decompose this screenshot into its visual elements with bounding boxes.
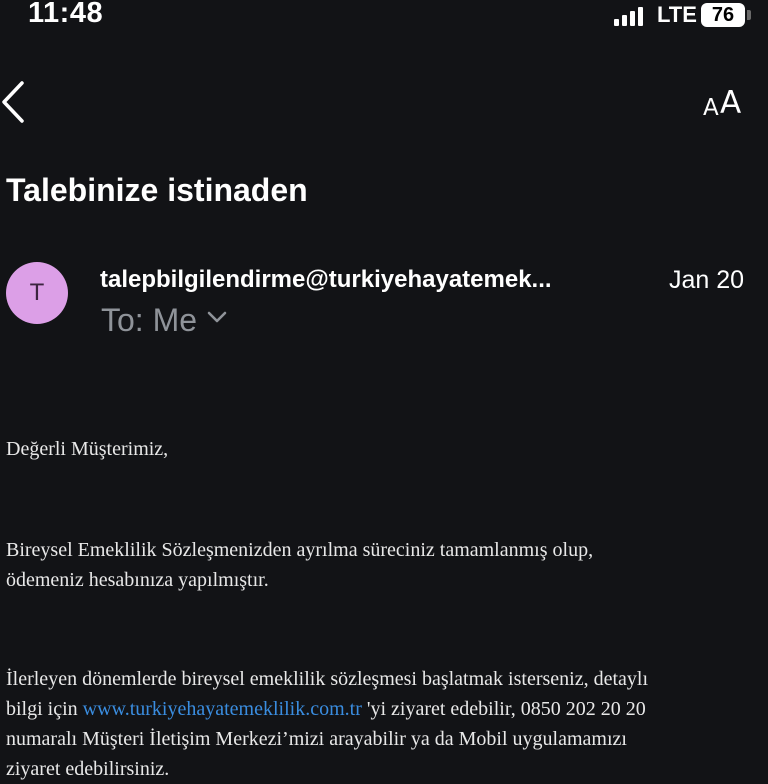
paragraph-2-text-after-link: 'yi ziyaret edebilir, 0850 202 20 20 [361, 698, 646, 720]
battery-icon: 76 [701, 3, 753, 27]
back-button[interactable] [0, 74, 40, 130]
recipient-toggle[interactable]: To: Me [101, 301, 227, 339]
email-paragraph-2: İlerleyen dönemlerde bireysel emeklilik … [6, 664, 756, 784]
network-label: LTE [657, 2, 697, 27]
chevron-left-icon [2, 81, 24, 123]
paragraph-2-line-2: bilgi için www.turkiyehayatemeklilik.com… [6, 694, 756, 724]
email-subject: Talebinize istinaden [6, 172, 308, 208]
signal-icon [614, 7, 643, 26]
sender-avatar[interactable]: T [6, 262, 68, 324]
email-date: Jan 20 [668, 266, 744, 294]
sender-address[interactable]: talepbilgilendirme@turkiyehayatemek... [100, 266, 616, 294]
paragraph-2-line-4: ziyaret edebilirsiniz. [6, 758, 170, 780]
status-time: 11:48 [28, 0, 104, 29]
text-size-button[interactable]: A A [700, 85, 750, 121]
paragraph-2-line-3: numaralı Müşteri İletişim Merkezi’mizi a… [6, 728, 627, 750]
chevron-down-icon [207, 311, 227, 323]
paragraph-1-line-1: Bireysel Emeklilik Sözleşmenizden ayrılm… [6, 539, 594, 561]
paragraph-2-text-before-link: bilgi için [6, 698, 83, 720]
paragraph-2-line-1: İlerleyen dönemlerde bireysel emeklilik … [6, 668, 649, 690]
text-size-small-a: A [703, 95, 719, 121]
email-paragraph-1: Bireysel Emeklilik Sözleşmenizden ayrılm… [6, 535, 756, 595]
status-bar: 11:48 LTE 76 [0, 0, 768, 34]
recipient-label: To: Me [101, 301, 198, 338]
website-link[interactable]: www.turkiyehayatemeklilik.com.tr [83, 698, 362, 720]
email-greeting: Değerli Müşterimiz, [6, 438, 169, 460]
battery-level: 76 [711, 4, 735, 26]
paragraph-1-line-2: ödemeniz hesabınıza yapılmıştır. [6, 569, 269, 591]
text-size-big-a: A [720, 85, 742, 121]
